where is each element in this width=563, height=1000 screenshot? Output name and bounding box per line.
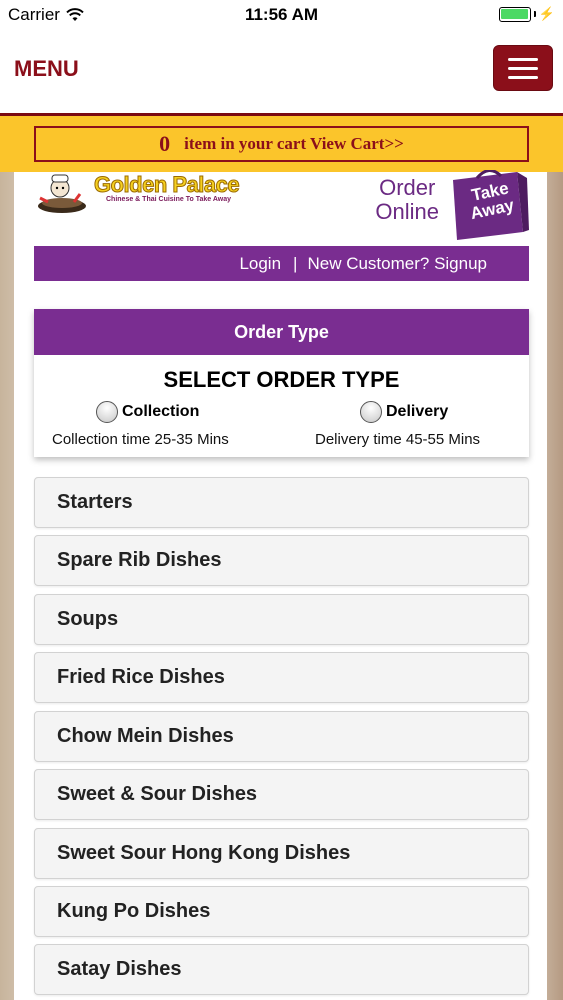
order-type-card: Order Type SELECT ORDER TYPE Collection … [34, 309, 529, 457]
battery-tip [533, 11, 536, 17]
main-panel: Golden Palace Chinese & Thai Cuisine To … [14, 170, 547, 1000]
battery-icon [498, 6, 531, 22]
brand-tagline: Chinese & Thai Cuisine To Take Away [106, 196, 231, 203]
collection-time: Collection time 25-35 Mins [52, 431, 229, 448]
delivery-time: Delivery time 45-55 Mins [315, 431, 481, 448]
category-chow-mein-dishes[interactable]: Chow Mein Dishes [34, 711, 529, 762]
menu-title: MENU [14, 56, 79, 81]
hamburger-line [508, 75, 538, 79]
hamburger-line [508, 57, 538, 61]
auth-separator: | [293, 253, 298, 273]
collection-label: Collection [122, 403, 200, 420]
view-cart-link[interactable]: 0 item in your cart View Cart>> [34, 126, 529, 162]
chef-wok-logo-icon [38, 174, 86, 213]
signup-link[interactable]: New Customer? Signup [307, 254, 487, 274]
cart-banner: 0 item in your cart View Cart>> [0, 116, 563, 172]
charging-bolt-icon: ⚡ [538, 6, 555, 21]
delivery-radio[interactable] [360, 401, 382, 423]
hamburger-line [508, 66, 538, 70]
category-sweet-sour-hong-kong-dishes[interactable]: Sweet Sour Hong Kong Dishes [34, 828, 529, 879]
collection-option[interactable]: Collection [96, 401, 199, 423]
status-time: 11:56 AM [244, 5, 319, 24]
category-sweet-sour-dishes[interactable]: Sweet & Sour Dishes [34, 769, 529, 820]
delivery-label: Delivery [386, 403, 449, 420]
collection-radio[interactable] [96, 401, 118, 423]
brand-banner: Golden Palace Chinese & Thai Cuisine To … [34, 170, 529, 244]
order-type-header: Order Type [34, 309, 529, 355]
category-fried-rice-dishes[interactable]: Fried Rice Dishes [34, 652, 529, 703]
auth-bar: Login | New Customer? Signup [34, 246, 529, 281]
battery-fill [501, 9, 529, 19]
order-online-badge: Order Online [375, 176, 439, 224]
app-header: MENU [0, 30, 563, 116]
order-online-line2: Online [375, 199, 439, 224]
cart-text: item in your cart View Cart>> [184, 134, 404, 153]
order-online-line1: Order [379, 175, 436, 200]
takeaway-bag-icon: Take Away [453, 170, 529, 240]
brand-name: Golden Palace [93, 172, 240, 198]
hamburger-menu-button[interactable] [493, 45, 553, 91]
login-link[interactable]: Login [239, 254, 281, 274]
battery-indicator: ⚡ [498, 6, 555, 22]
status-bar: Carrier 11:56 AM ⚡ [0, 0, 563, 30]
category-satay-dishes[interactable]: Satay Dishes [34, 944, 529, 995]
order-type-title: SELECT ORDER TYPE [163, 367, 400, 392]
category-kung-po-dishes[interactable]: Kung Po Dishes [34, 886, 529, 937]
delivery-option[interactable]: Delivery [360, 401, 448, 423]
category-starters[interactable]: Starters [34, 477, 529, 528]
cart-count: 0 [159, 131, 171, 156]
category-spare-rib-dishes[interactable]: Spare Rib Dishes [34, 535, 529, 586]
category-soups[interactable]: Soups [34, 594, 529, 645]
